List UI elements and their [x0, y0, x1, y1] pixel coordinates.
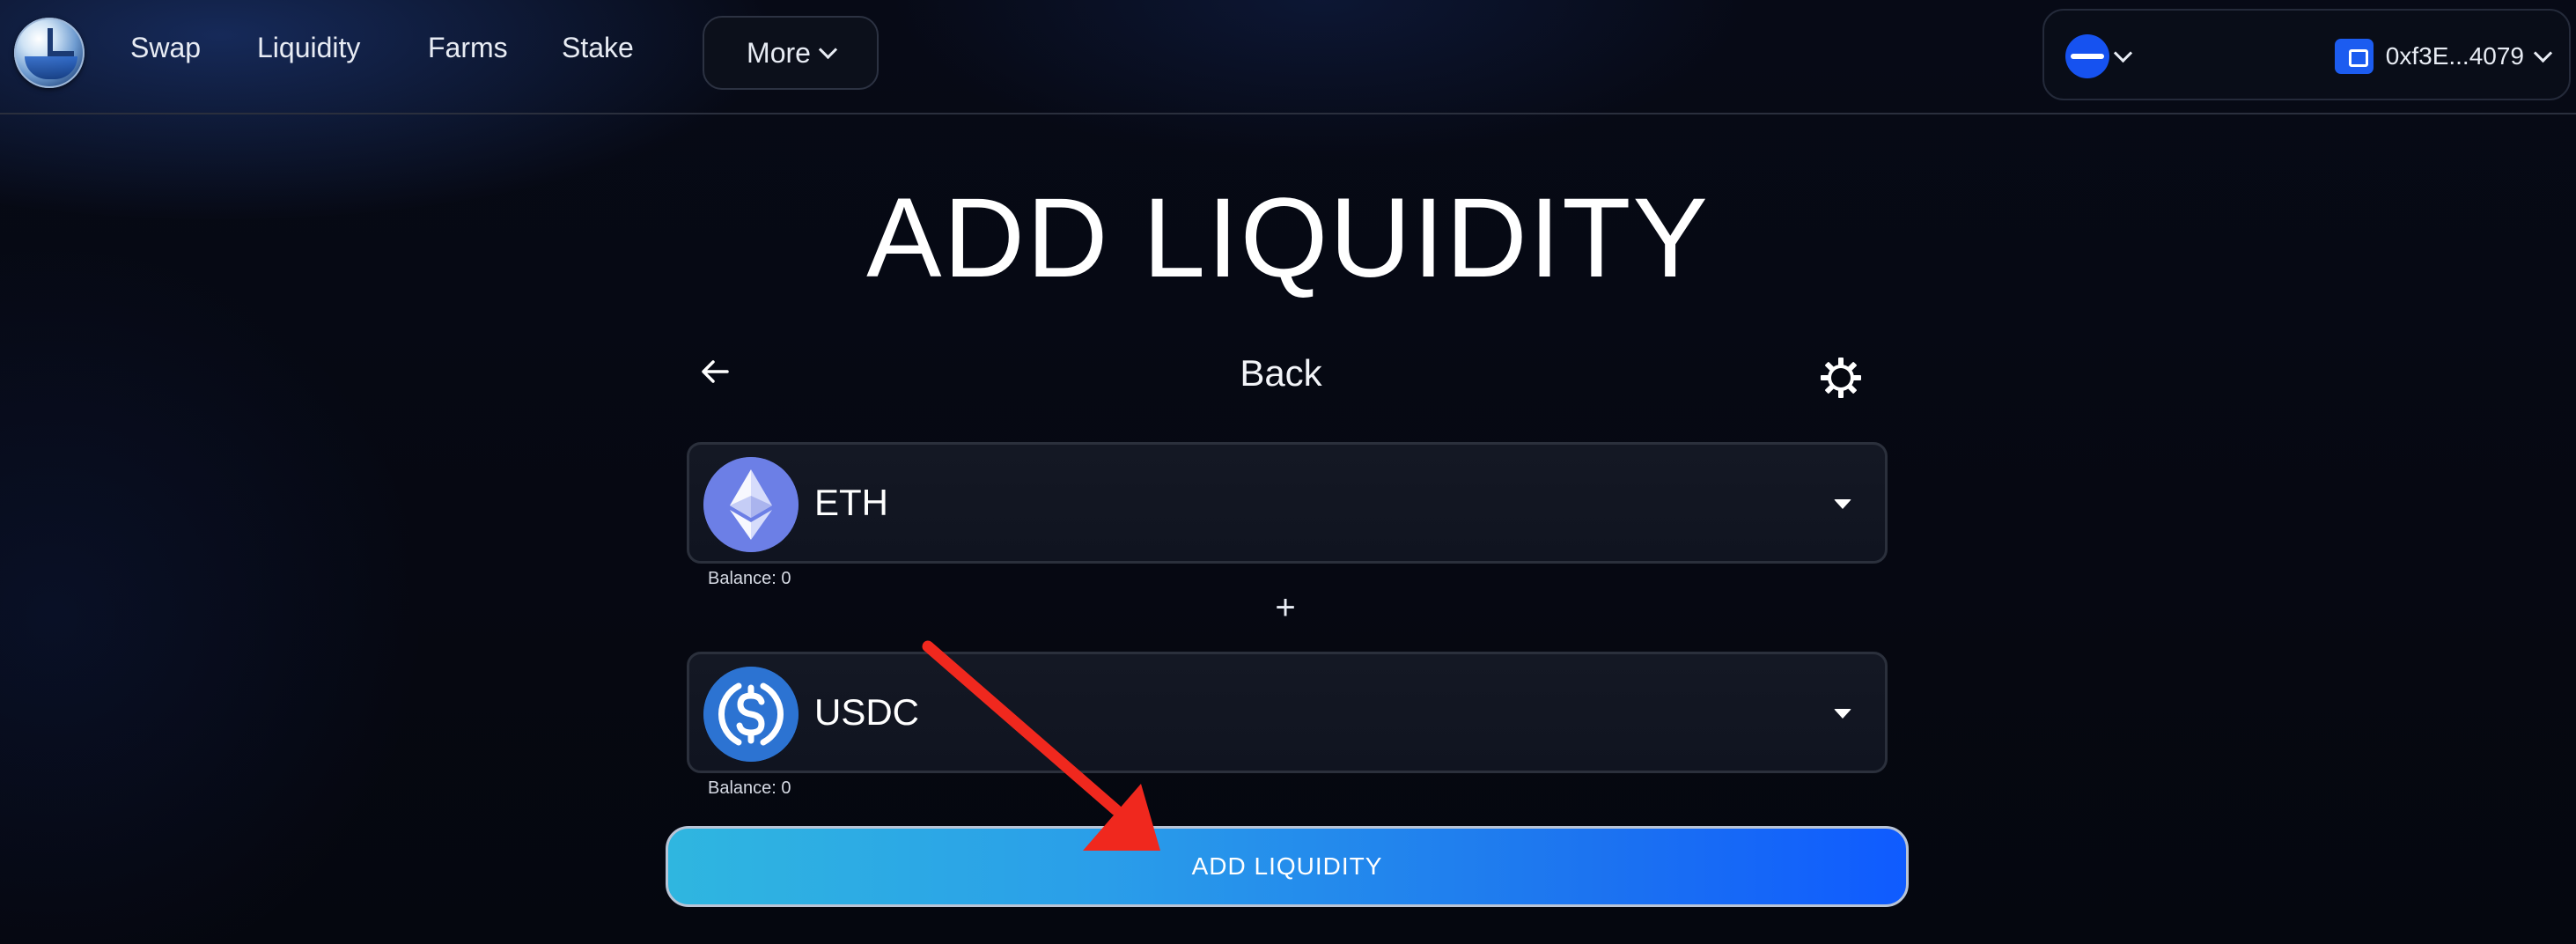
settings-gear-icon[interactable]	[1819, 356, 1863, 400]
token-a-symbol: ETH	[814, 482, 888, 523]
nav-link-swap[interactable]: Swap	[130, 32, 201, 64]
wallet-account-button[interactable]: 0xf3E...4079	[2334, 32, 2553, 81]
caret-down-icon	[1834, 499, 1851, 509]
plus-icon: +	[1275, 588, 1296, 627]
usdc-icon	[703, 667, 799, 762]
token-a-balance: Balance: 0	[708, 569, 791, 588]
nav-link-liquidity[interactable]: Liquidity	[257, 32, 360, 64]
page-title: ADD LIQUIDITY	[866, 175, 1710, 301]
app-page: Swap Liquidity Farms Stake More 0xf3E...…	[0, 0, 2576, 944]
logo-icon[interactable]	[14, 18, 85, 88]
nav-link-stake[interactable]: Stake	[562, 32, 634, 64]
token-a-selector[interactable]: ETH	[687, 442, 1888, 564]
add-liquidity-button[interactable]: ADD LIQUIDITY	[666, 826, 1909, 907]
wallet-address: 0xf3E...4079	[2385, 42, 2524, 70]
chevron-down-icon	[2533, 43, 2553, 63]
back-button[interactable]: Back	[1197, 352, 1365, 395]
nav-link-farms[interactable]: Farms	[428, 32, 508, 64]
chevron-down-icon	[818, 40, 838, 59]
wallet-panel: 0xf3E...4079	[2042, 9, 2571, 100]
token-b-symbol: USDC	[814, 691, 920, 733]
more-label: More	[747, 36, 811, 69]
token-b-selector[interactable]: USDC	[687, 652, 1888, 773]
eth-icon	[703, 457, 799, 552]
network-selector-button[interactable]	[2065, 32, 2145, 81]
back-arrow-icon[interactable]	[697, 354, 732, 389]
chevron-down-icon	[2113, 43, 2133, 63]
more-menu-button[interactable]: More	[703, 16, 879, 90]
base-network-icon	[2065, 34, 2109, 78]
wallet-icon	[2334, 39, 2374, 74]
top-navbar: Swap Liquidity Farms Stake More 0xf3E...…	[0, 0, 2576, 114]
token-b-balance: Balance: 0	[708, 778, 791, 798]
caret-down-icon	[1834, 709, 1851, 719]
